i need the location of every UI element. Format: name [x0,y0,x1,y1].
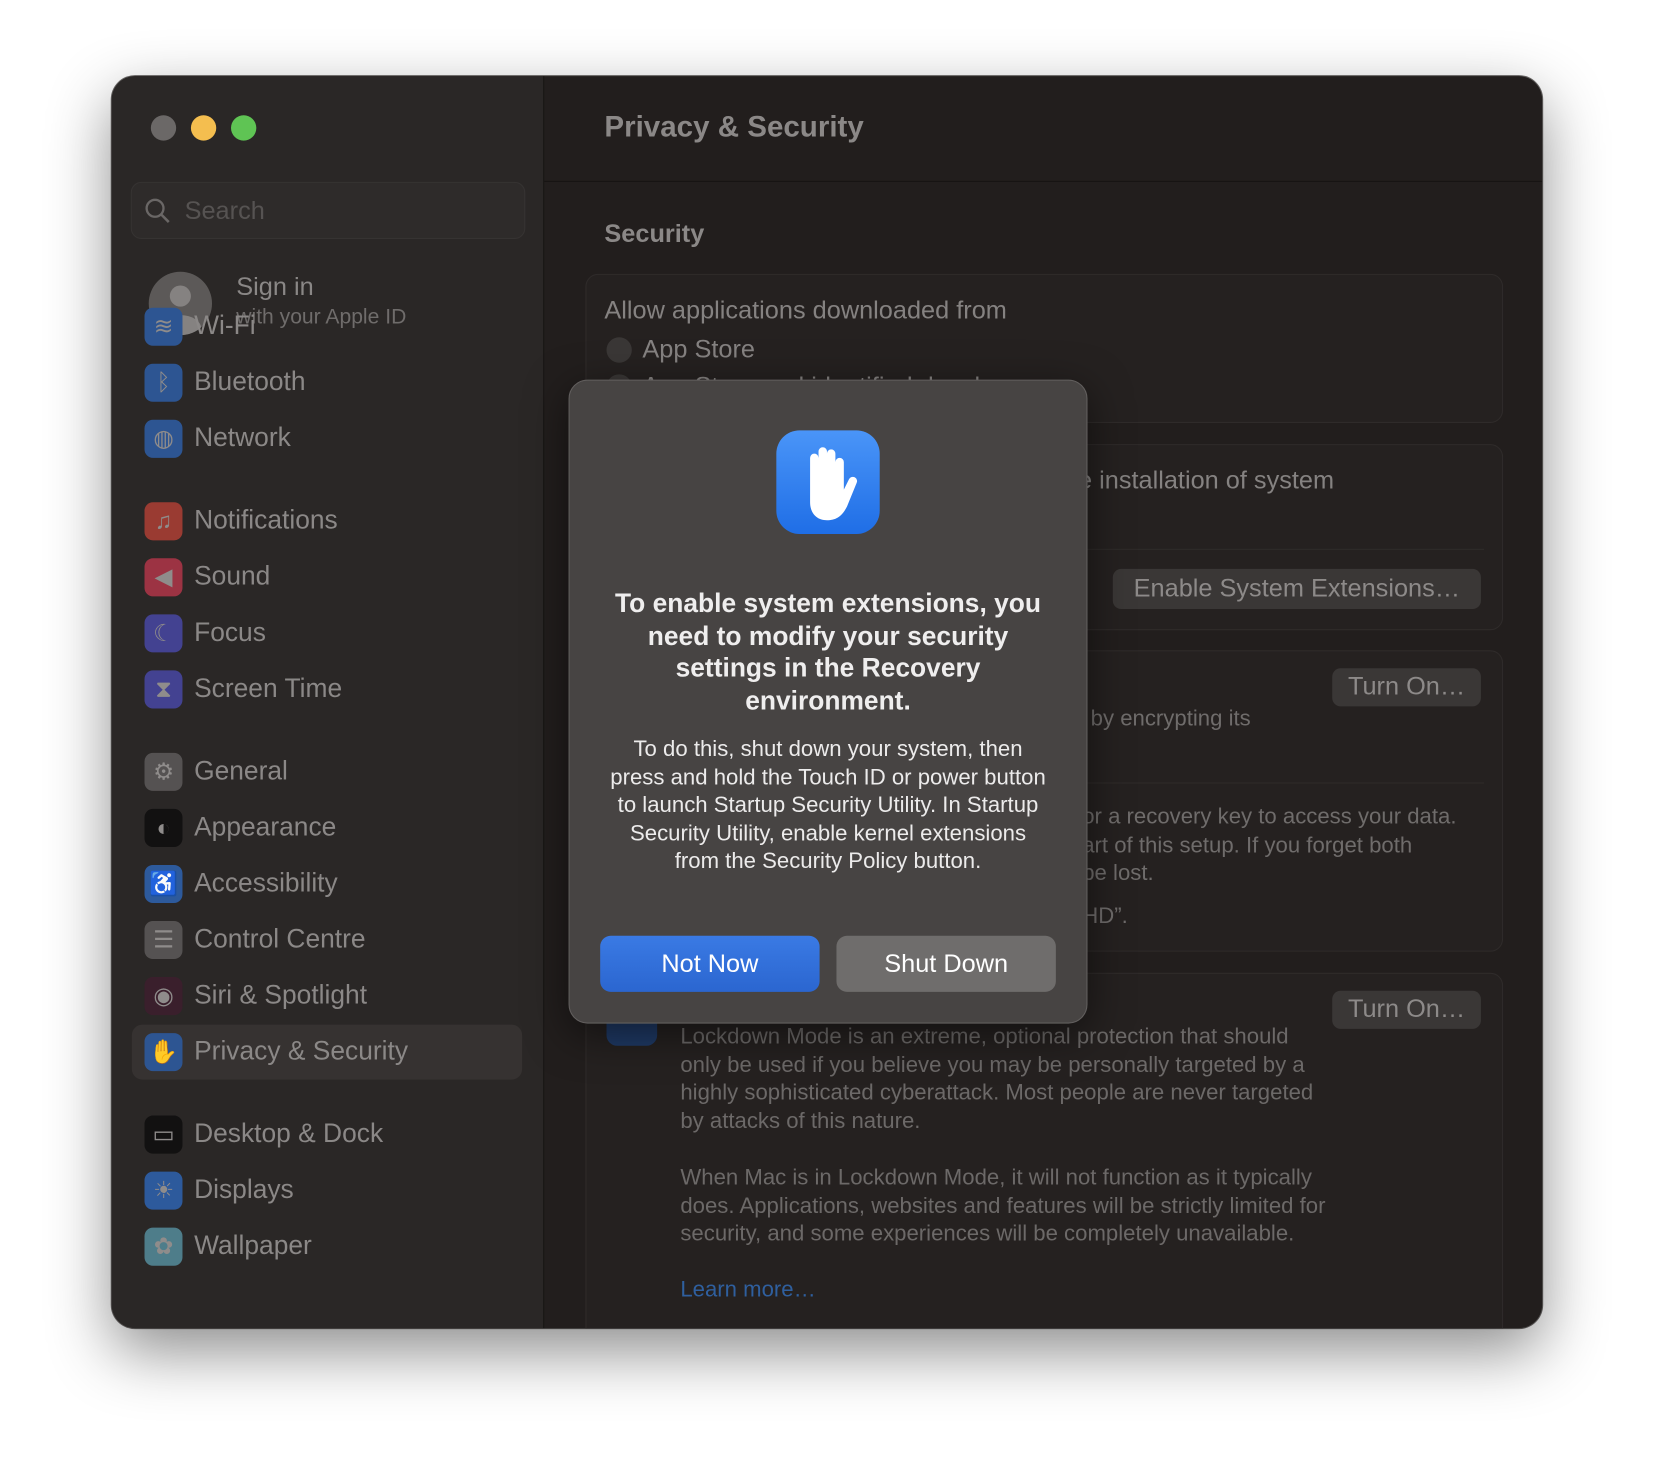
minimize-button[interactable] [190,115,217,141]
allow-apps-label: Allow applications downloaded from [604,296,1007,325]
sidebar-item-wallpaper[interactable]: ✿ Wallpaper [132,1219,522,1274]
sidebar: Search Sign in with your Apple ID ≋ Wi-Fi… [111,76,545,1329]
search-icon [145,198,170,223]
sidebar-item-general[interactable]: ⚙ General [132,744,522,799]
sidebar-item-control-centre[interactable]: ☰ Control Centre [132,913,522,968]
sidebar-item-label: General [194,756,288,786]
bell-icon: ♫ [144,502,183,541]
siri-icon: ◉ [144,977,183,1016]
wifi-icon: ≋ [144,307,183,346]
search-placeholder: Search [184,196,265,226]
zoom-button[interactable] [231,115,257,141]
sidebar-item-wi-fi[interactable]: ≋ Wi-Fi [132,299,522,354]
hand-icon [776,430,880,534]
search-input[interactable]: Search [130,181,526,239]
filevault-line: or a recovery key to access your data. [1082,804,1457,830]
moon-icon: ☾ [144,614,183,653]
divider [1087,548,1485,550]
sidebar-item-siri-spotlight[interactable]: ◉ Siri & Spotlight [132,969,522,1024]
sidebar-item-privacy-security[interactable]: ✋ Privacy & Security [131,1024,523,1080]
system-extensions-dialog: To enable system extensions, you need to… [568,379,1088,1024]
filevault-line: art of this setup. If you forget both [1082,833,1413,858]
appearance-icon: ◐ [144,808,183,847]
sidebar-item-focus[interactable]: ☾ Focus [132,606,522,661]
sidebar-item-label: Control Centre [194,924,366,954]
sidebar-item-label: Bluetooth [194,366,306,397]
speaker-icon: ◀ [144,558,183,597]
lockdown-card: Turn On… Lockdown Mode is an extreme, op… [585,972,1504,1329]
sidebar-item-desktop-dock[interactable]: ▭ Desktop & Dock [132,1107,522,1162]
learn-more-link[interactable]: Learn more… [680,1277,815,1302]
sidebar-item-network[interactable]: ◍ Network [132,411,522,466]
toggles-icon: ☰ [144,920,183,960]
header-divider [544,180,1543,182]
sidebar-item-accessibility[interactable]: ♿ Accessibility [132,856,522,911]
sidebar-item-label: Screen Time [194,673,343,704]
sidebar-item-appearance[interactable]: ◐ Appearance [132,800,522,855]
sidebar-item-label: Notifications [194,505,338,536]
sun-icon: ☀ [144,1171,183,1210]
sidebar-item-label: Displays [194,1174,294,1205]
shut-down-button[interactable]: Shut Down [836,935,1056,992]
sidebar-item-label: Appearance [194,812,337,842]
sidebar-item-label: Siri & Spotlight [194,980,368,1010]
sidebar-item-notifications[interactable]: ♫ Notifications [132,494,522,549]
enable-system-extensions-button[interactable]: Enable System Extensions… [1112,568,1481,610]
filevault-text: by encrypting its [1090,706,1251,731]
flower-icon: ✿ [144,1227,183,1266]
sidebar-item-label: Wi-Fi [194,310,256,341]
lockdown-turn-on-button[interactable]: Turn On… [1332,990,1481,1029]
sidebar-item-label: Accessibility [194,868,338,898]
filevault-line: be lost. [1082,860,1154,886]
sidebar-item-label: Sound [194,561,271,592]
dialog-title: To enable system extensions, you need to… [615,588,1042,716]
close-button[interactable] [150,115,177,141]
dialog-message: To do this, shut down your system, then … [610,737,1046,874]
hourglass-icon: ⧗ [144,670,183,709]
filevault-turn-on-button[interactable]: Turn On… [1332,668,1481,707]
sidebar-item-screen-time[interactable]: ⧗ Screen Time [132,662,522,717]
sidebar-item-label: Focus [194,617,266,648]
sidebar-item-bluetooth[interactable]: ᛒ Bluetooth [132,355,522,410]
lockdown-description: Lockdown Mode is an extreme, optional pr… [680,1024,1314,1134]
not-now-button[interactable]: Not Now [600,935,820,992]
gear-icon: ⚙ [144,752,183,791]
accessibility-icon: ♿ [144,864,183,904]
sidebar-item-label: Wallpaper [194,1230,312,1261]
divider [1087,782,1485,784]
sidebar-item-label: Privacy & Security [194,1036,409,1066]
bluetooth-icon: ᛒ [144,363,183,402]
hand-icon: ✋ [144,1033,183,1072]
sidebar-item-label: Desktop & Dock [194,1118,384,1149]
section-heading: Security [604,219,705,249]
radio-app-store[interactable] [606,337,632,363]
sidebar-item-displays[interactable]: ☀ Displays [132,1163,522,1218]
sidebar-item-sound[interactable]: ◀ Sound [132,550,522,605]
page-title: Privacy & Security [604,109,864,143]
filevault-line: HD”. [1082,904,1128,929]
globe-icon: ◍ [144,419,183,458]
dock-icon: ▭ [144,1115,183,1154]
extensions-text: the installation of system [1056,466,1335,495]
radio-label-app-store: App Store [642,335,755,364]
lockdown-description-2: When Mac is in Lockdown Mode, it will no… [680,1165,1326,1246]
sidebar-item-label: Network [194,422,291,453]
sign-in-title[interactable]: Sign in [236,273,313,303]
